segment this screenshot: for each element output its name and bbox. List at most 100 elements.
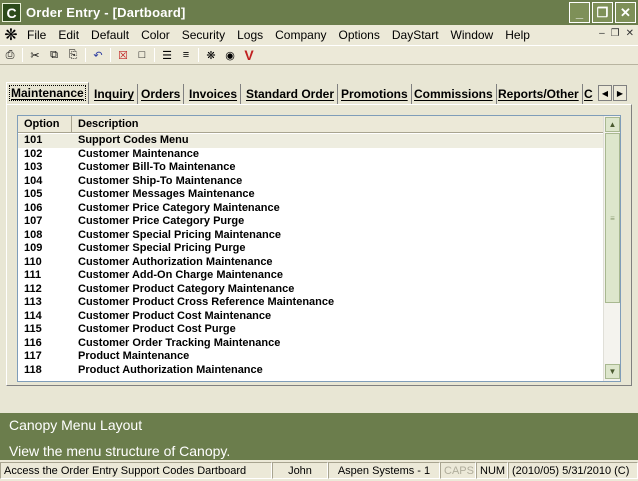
option-number: 117 — [24, 350, 42, 362]
option-description: Customer Product Cost Purge — [78, 323, 236, 335]
option-description: Customer Add-On Charge Maintenance — [78, 269, 283, 281]
scroll-down-icon[interactable]: ▼ — [605, 364, 620, 379]
mdi-minimize-icon[interactable]: – — [599, 28, 605, 39]
list-item[interactable]: 116 Customer Order Tracking Maintenance — [18, 337, 603, 351]
undo-icon[interactable]: ↶ — [90, 47, 106, 63]
toolbar: ⎙ ✂ ⧉ ⎘ ↶ ☒ □ ☰ ≡ ❋ ◉ V — [0, 45, 638, 65]
tab-scroll-left-icon[interactable]: ◀ — [598, 85, 612, 101]
option-description: Customer Authorization Maintenance — [78, 255, 273, 268]
status-company: Aspen Systems - 1 — [328, 462, 440, 479]
check-icon[interactable]: V — [241, 47, 257, 63]
tab-orders[interactable]: Orders — [138, 84, 185, 104]
option-description: Customer Messages Maintenance — [78, 188, 255, 200]
close-icon[interactable]: ✕ — [615, 2, 636, 23]
tab-invoices[interactable]: Invoices — [186, 84, 242, 104]
option-number: 109 — [24, 242, 43, 254]
list-item[interactable]: 114 Customer Product Cost Maintenance — [18, 310, 603, 324]
column-header-option[interactable]: Option — [18, 116, 72, 133]
menu-help[interactable]: Help — [499, 25, 536, 45]
option-number: 116 — [24, 336, 42, 349]
list-item[interactable]: 108 Customer Special Pricing Maintenance — [18, 229, 603, 243]
option-description: Customer Special Pricing Maintenance — [78, 228, 281, 241]
window-controls: _ ❐ ✕ — [569, 2, 636, 23]
details-icon[interactable]: ≡ — [178, 47, 194, 63]
option-number: 111 — [24, 269, 42, 281]
scrollbar-thumb[interactable]: ≡ — [605, 133, 620, 303]
list-item[interactable]: 110 Customer Authorization Maintenance — [18, 256, 603, 270]
status-message: Access the Order Entry Support Codes Dar… — [0, 462, 272, 479]
option-number: 113 — [24, 296, 42, 308]
tab-partial[interactable]: C — [581, 84, 596, 104]
delete-icon[interactable]: ☒ — [115, 47, 131, 63]
mdi-controls: – ❐ ✕ — [599, 28, 634, 39]
copy-icon[interactable]: ⧉ — [46, 47, 62, 63]
tab-maintenance[interactable]: Maintenance — [6, 82, 89, 104]
dartboard-icon[interactable]: ❋ — [1, 26, 21, 44]
dartboard-toolbar-icon[interactable]: ❋ — [203, 47, 219, 63]
print-icon[interactable]: ⎙ — [2, 47, 18, 63]
menu-company[interactable]: Company — [269, 25, 332, 45]
list-item[interactable]: 103 Customer Bill-To Maintenance — [18, 161, 603, 175]
option-description: Product Authorization Maintenance — [78, 363, 263, 376]
menu-window[interactable]: Window — [445, 25, 500, 45]
option-description: Customer Product Category Maintenance — [78, 282, 295, 295]
list-item[interactable]: 106 Customer Price Category Maintenance — [18, 202, 603, 216]
list-icon[interactable]: ☰ — [159, 47, 175, 63]
tab-commissions[interactable]: Commissions — [411, 84, 497, 104]
new-icon[interactable]: □ — [134, 47, 150, 63]
mdi-restore-icon[interactable]: ❐ — [611, 28, 620, 39]
tab-scroll-right-icon[interactable]: ▶ — [613, 85, 627, 101]
menu-edit[interactable]: Edit — [52, 25, 85, 45]
menu-file[interactable]: File — [21, 25, 52, 45]
option-number: 114 — [24, 309, 42, 322]
menu-daystart[interactable]: DayStart — [386, 25, 445, 45]
menu-color[interactable]: Color — [135, 25, 176, 45]
list-item[interactable]: 115 Customer Product Cost Purge — [18, 323, 603, 337]
list-item[interactable]: 117 Product Maintenance — [18, 350, 603, 364]
maximize-icon[interactable]: ❐ — [592, 2, 613, 23]
option-description: Customer Product Cross Reference Mainten… — [78, 296, 335, 308]
menu-logs[interactable]: Logs — [231, 25, 269, 45]
window-title: Order Entry - [Dartboard] — [26, 5, 186, 20]
toolbar-separator — [198, 48, 199, 62]
list-item[interactable]: 109 Customer Special Pricing Purge — [18, 242, 603, 256]
option-number: 105 — [24, 188, 43, 200]
minimize-icon[interactable]: _ — [569, 2, 590, 23]
tab-standard-order[interactable]: Standard Order — [243, 84, 339, 104]
menu-security[interactable]: Security — [176, 25, 231, 45]
list-item[interactable]: 107 Customer Price Category Purge — [18, 215, 603, 229]
menu-default[interactable]: Default — [85, 25, 135, 45]
scroll-up-icon[interactable]: ▲ — [605, 117, 620, 132]
binoculars-icon[interactable]: ◉ — [222, 47, 238, 63]
option-number: 112 — [24, 282, 42, 295]
menu-option-list: Option Description 101 Support Codes Menu… — [17, 115, 621, 382]
tab-strip: Maintenance Inquiry Orders Invoices Stan… — [6, 82, 632, 104]
tab-reports-other[interactable]: Reports/Other — [495, 84, 583, 104]
cut-icon[interactable]: ✂ — [27, 47, 43, 63]
list-item[interactable]: 105 Customer Messages Maintenance — [18, 188, 603, 202]
list-item[interactable]: 104 Customer Ship-To Maintenance — [18, 175, 603, 189]
option-number: 118 — [24, 363, 42, 376]
option-number: 106 — [24, 201, 43, 214]
menu-options[interactable]: Options — [333, 25, 386, 45]
option-description: Customer Ship-To Maintenance — [78, 174, 243, 187]
list-item[interactable]: 118 Product Authorization Maintenance — [18, 364, 603, 378]
list-item[interactable]: 111 Customer Add-On Charge Maintenance — [18, 269, 603, 283]
list-item[interactable]: 113 Customer Product Cross Reference Main… — [18, 296, 603, 310]
column-header-description[interactable]: Description — [72, 116, 603, 133]
option-description: Customer Bill-To Maintenance — [78, 161, 236, 173]
toolbar-separator — [110, 48, 111, 62]
menu-bar: ❋ File Edit Default Color Security Logs … — [0, 25, 638, 45]
option-description: Product Maintenance — [78, 350, 190, 362]
list-item[interactable]: 102 Customer Maintenance — [18, 148, 603, 162]
list-rows: 101 Support Codes Menu 102 Customer Mainten… — [18, 134, 603, 377]
tab-promotions[interactable]: Promotions — [338, 84, 412, 104]
mdi-close-icon[interactable]: ✕ — [626, 28, 634, 39]
paste-icon[interactable]: ⎘ — [65, 47, 81, 63]
option-description: Customer Price Category Maintenance — [78, 201, 280, 214]
list-item[interactable]: 101 Support Codes Menu — [18, 134, 603, 148]
list-item[interactable]: 112 Customer Product Category Maintenance — [18, 283, 603, 297]
tab-inquiry[interactable]: Inquiry — [91, 84, 139, 104]
option-number: 101 — [24, 134, 43, 146]
vertical-scrollbar[interactable]: ▲ ≡ ▼ — [603, 116, 620, 381]
